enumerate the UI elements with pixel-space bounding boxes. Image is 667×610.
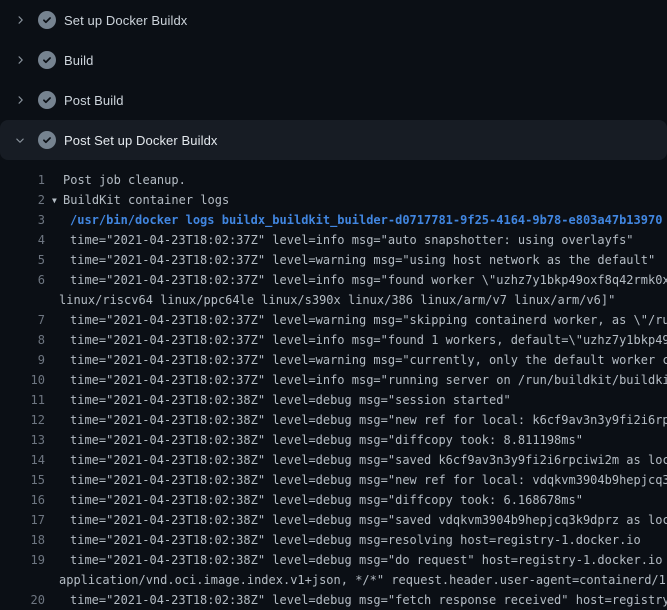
check-circle-icon	[38, 51, 56, 69]
line-number[interactable]: 18	[0, 530, 45, 550]
step-label: Post Build	[64, 93, 124, 108]
line-number[interactable]: 5	[0, 250, 45, 270]
log-viewer: 1 Post job cleanup. 2 ▼BuildKit containe…	[0, 170, 667, 610]
line-number[interactable]: 19	[0, 550, 45, 570]
log-row: 17 time="2021-04-23T18:02:38Z" level=deb…	[0, 510, 667, 530]
log-row: 9 time="2021-04-23T18:02:37Z" level=warn…	[0, 350, 667, 370]
log-row: linux/riscv64 linux/ppc64le linux/s390x …	[0, 290, 667, 310]
log-text: time="2021-04-23T18:02:37Z" level=warnin…	[45, 350, 667, 370]
log-text: time="2021-04-23T18:02:38Z" level=debug …	[45, 410, 667, 430]
log-row: application/vnd.oci.image.index.v1+json,…	[0, 570, 667, 590]
line-number[interactable]: 8	[0, 330, 45, 350]
log-text: time="2021-04-23T18:02:37Z" level=info m…	[45, 270, 667, 290]
line-number[interactable]: 7	[0, 310, 45, 330]
line-number[interactable]: 15	[0, 470, 45, 490]
line-number[interactable]: 13	[0, 430, 45, 450]
check-circle-icon	[38, 131, 56, 149]
log-row: 13 time="2021-04-23T18:02:38Z" level=deb…	[0, 430, 667, 450]
log-text: time="2021-04-23T18:02:38Z" level=debug …	[45, 530, 641, 550]
log-row: 16 time="2021-04-23T18:02:38Z" level=deb…	[0, 490, 667, 510]
chevron-right-icon[interactable]	[12, 92, 28, 108]
line-number[interactable]: 2	[0, 190, 45, 210]
actions-log-panel: { "colors": { "background": "#0b0f15", "…	[0, 0, 667, 600]
log-row: 2 ▼BuildKit container logs	[0, 190, 667, 210]
log-text: time="2021-04-23T18:02:38Z" level=debug …	[45, 470, 667, 490]
log-text: time="2021-04-23T18:02:38Z" level=debug …	[45, 430, 583, 450]
log-row: 12 time="2021-04-23T18:02:38Z" level=deb…	[0, 410, 667, 430]
log-row: 15 time="2021-04-23T18:02:38Z" level=deb…	[0, 470, 667, 490]
log-text: time="2021-04-23T18:02:37Z" level=info m…	[45, 230, 634, 250]
log-text: time="2021-04-23T18:02:38Z" level=debug …	[45, 450, 667, 470]
chevron-right-icon[interactable]	[12, 52, 28, 68]
line-number[interactable]: 16	[0, 490, 45, 510]
log-text: Post job cleanup.	[45, 170, 186, 190]
log-text: time="2021-04-23T18:02:38Z" level=debug …	[45, 590, 667, 610]
log-row: 3 /usr/bin/docker logs buildx_buildkit_b…	[0, 210, 667, 230]
log-row: 5 time="2021-04-23T18:02:37Z" level=warn…	[0, 250, 667, 270]
line-number[interactable]: 1	[0, 170, 45, 190]
group-toggle-icon[interactable]: ▼	[52, 191, 60, 210]
log-text: time="2021-04-23T18:02:37Z" level=warnin…	[45, 310, 667, 330]
line-number[interactable]: 9	[0, 350, 45, 370]
step-label: Set up Docker Buildx	[64, 13, 187, 28]
log-text: application/vnd.oci.image.index.v1+json,…	[45, 570, 667, 590]
log-row: 10 time="2021-04-23T18:02:37Z" level=inf…	[0, 370, 667, 390]
log-text: time="2021-04-23T18:02:38Z" level=debug …	[45, 490, 583, 510]
log-text: time="2021-04-23T18:02:38Z" level=debug …	[45, 550, 667, 570]
log-text: /usr/bin/docker logs buildx_buildkit_bui…	[45, 210, 662, 230]
line-number[interactable]: 4	[0, 230, 45, 250]
step-label: Post Set up Docker Buildx	[64, 133, 218, 148]
log-text: ▼BuildKit container logs	[45, 190, 229, 210]
line-number[interactable]: 12	[0, 410, 45, 430]
line-number[interactable]: 14	[0, 450, 45, 470]
step-row[interactable]: Set up Docker Buildx	[0, 0, 667, 40]
log-row: 8 time="2021-04-23T18:02:37Z" level=info…	[0, 330, 667, 350]
step-row[interactable]: Build	[0, 40, 667, 80]
line-number[interactable]: 6	[0, 270, 45, 290]
line-number[interactable]: 3	[0, 210, 45, 230]
log-row: 4 time="2021-04-23T18:02:37Z" level=info…	[0, 230, 667, 250]
steps-list: Set up Docker Buildx Build P	[0, 0, 667, 160]
log-row: 19 time="2021-04-23T18:02:38Z" level=deb…	[0, 550, 667, 570]
log-row: 14 time="2021-04-23T18:02:38Z" level=deb…	[0, 450, 667, 470]
line-number	[0, 290, 45, 310]
step-row[interactable]: Post Build	[0, 80, 667, 120]
step-label: Build	[64, 53, 93, 68]
check-circle-icon	[38, 91, 56, 109]
log-row: 1 Post job cleanup.	[0, 170, 667, 190]
log-row: 7 time="2021-04-23T18:02:37Z" level=warn…	[0, 310, 667, 330]
step-row[interactable]: Post Set up Docker Buildx	[0, 120, 667, 160]
log-text: time="2021-04-23T18:02:37Z" level=info m…	[45, 370, 667, 390]
line-number[interactable]: 10	[0, 370, 45, 390]
log-row: 11 time="2021-04-23T18:02:38Z" level=deb…	[0, 390, 667, 410]
log-row: 6 time="2021-04-23T18:02:37Z" level=info…	[0, 270, 667, 290]
line-number	[0, 570, 45, 590]
log-text: time="2021-04-23T18:02:38Z" level=debug …	[45, 390, 511, 410]
log-row: 18 time="2021-04-23T18:02:38Z" level=deb…	[0, 530, 667, 550]
line-number[interactable]: 11	[0, 390, 45, 410]
log-text: time="2021-04-23T18:02:37Z" level=warnin…	[45, 250, 655, 270]
log-text: time="2021-04-23T18:02:38Z" level=debug …	[45, 510, 667, 530]
log-row: 20 time="2021-04-23T18:02:38Z" level=deb…	[0, 590, 667, 610]
line-number[interactable]: 17	[0, 510, 45, 530]
chevron-down-icon[interactable]	[12, 132, 28, 148]
chevron-right-icon[interactable]	[12, 12, 28, 28]
line-number[interactable]: 20	[0, 590, 45, 610]
check-circle-icon	[38, 11, 56, 29]
log-text: linux/riscv64 linux/ppc64le linux/s390x …	[45, 290, 615, 310]
group-title: BuildKit container logs	[63, 193, 229, 207]
log-text: time="2021-04-23T18:02:37Z" level=info m…	[45, 330, 667, 350]
